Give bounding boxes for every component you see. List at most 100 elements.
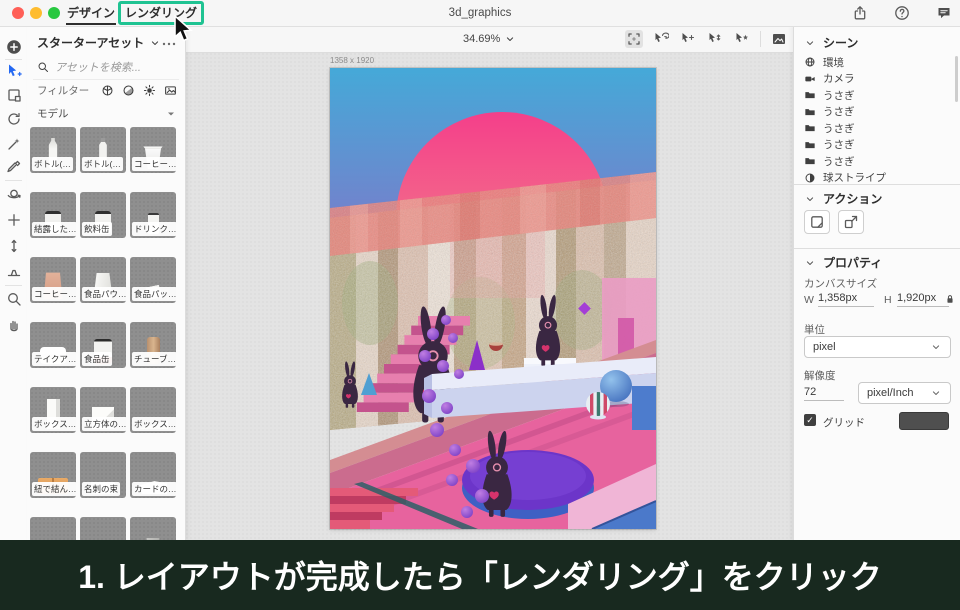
asset-thumbnail-can[interactable]: 飲料缶	[80, 192, 126, 238]
instruction-banner: 1. レイアウトが完成したら「レンダリング」をクリック	[0, 540, 960, 610]
select-region-tool[interactable]	[625, 30, 643, 48]
resolution-field[interactable]: 72	[804, 386, 844, 401]
lock-icon[interactable]	[944, 292, 956, 304]
render-preview-button[interactable]	[804, 210, 830, 234]
scene-item-usagi-4[interactable]: うさぎ	[804, 120, 954, 136]
properties-section-header[interactable]: プロパティ	[804, 254, 882, 271]
height-field[interactable]: 1,920px	[897, 292, 949, 307]
filter-image-icon[interactable]	[164, 84, 177, 97]
horizon-tool[interactable]	[5, 263, 23, 281]
asset-thumbnail-foodcan[interactable]: 食品缶	[80, 322, 126, 368]
asset-thumbnail-bottle2[interactable]: ボトル(…	[80, 127, 126, 173]
scene-item-item-0[interactable]: 環境	[804, 54, 954, 70]
asset-thumbnail-cube[interactable]: 立方体の…	[80, 387, 126, 433]
share-icon[interactable]	[852, 5, 868, 21]
dolly-tool[interactable]	[5, 237, 23, 255]
sampler-tool[interactable]	[5, 158, 23, 176]
filter-light-icon[interactable]	[143, 84, 156, 97]
grid-checkbox[interactable]: ✓	[804, 414, 816, 426]
asset-thumbnail-coffeebag[interactable]: コーヒー…	[30, 257, 76, 303]
filter-row: フィルター	[37, 83, 177, 98]
select-move-icon	[6, 63, 22, 79]
folder-icon	[804, 122, 816, 134]
chevron-down-icon	[804, 37, 816, 49]
grid-color-swatch[interactable]	[899, 412, 949, 430]
asset-label: 食品パッ…	[132, 287, 176, 301]
asset-thumbnail-cup[interactable]: コーヒー…	[130, 127, 176, 173]
asset-label: 名刺の束	[82, 482, 121, 496]
resolution-unit-dropdown[interactable]: pixel/Inch	[858, 382, 951, 404]
asset-label: ボックス…	[32, 417, 76, 431]
select-move-tool[interactable]	[5, 62, 23, 80]
add-tool[interactable]	[5, 38, 23, 56]
asset-label: ドリンク…	[132, 222, 176, 236]
scene-section-header[interactable]: シーン	[804, 34, 858, 51]
scene-item-usagi-2[interactable]: うさぎ	[804, 87, 954, 103]
canvas-area[interactable]: 1358 x 1920	[185, 52, 793, 540]
hand-tool[interactable]	[5, 315, 23, 333]
scene-scrollbar[interactable]	[955, 56, 958, 102]
asset-thumbnail-tube[interactable]: チューブ…	[130, 322, 176, 368]
divider	[794, 248, 960, 249]
asset-label: ボトル(…	[32, 157, 73, 171]
asset-thumbnail-wedge[interactable]: ボックス…	[130, 387, 176, 433]
assets-panel-header[interactable]: スターターアセット	[37, 34, 161, 51]
asset-label: 食品缶	[82, 352, 112, 366]
right-panel: シーン 環境 カメラ うさぎ うさぎ うさぎ うさぎ うさぎ 球ストライプ アクション プロパ…	[793, 26, 960, 540]
filter-material-icon[interactable]	[122, 84, 135, 97]
scene-item-item-1[interactable]: カメラ	[804, 71, 954, 87]
toolbar-divider	[5, 285, 22, 286]
share-3d-button[interactable]	[838, 210, 864, 234]
actions-section-header[interactable]: アクション	[804, 190, 882, 207]
asset-thumbnail-tiedbox[interactable]: 紐で結ん…	[30, 452, 76, 498]
width-field[interactable]: 1,358px	[818, 292, 874, 307]
help-icon[interactable]	[894, 5, 910, 21]
asset-label: カードの…	[132, 482, 176, 496]
asset-thumbnail-cards[interactable]: カードの…	[130, 452, 176, 498]
canvas-artwork[interactable]	[330, 68, 657, 530]
pan-cross-tool[interactable]	[5, 211, 23, 229]
pan-cross-icon	[6, 212, 22, 228]
asset-thumbnail-cardstack[interactable]: 名刺の束	[80, 452, 126, 498]
filter-model-icon[interactable]	[101, 84, 114, 97]
dolly-cursor-tool[interactable]	[706, 30, 724, 48]
model-section-header[interactable]: モデル	[37, 106, 177, 121]
magic-wand-tool[interactable]	[5, 135, 23, 153]
asset-thumbnail-can[interactable]: 結露した…	[30, 192, 76, 238]
select-region-icon	[626, 31, 642, 47]
asset-label: コーヒー…	[32, 287, 76, 301]
asset-label: 食品パウ…	[82, 287, 126, 301]
asset-thumbnail-packet[interactable]: 食品パッ…	[130, 257, 176, 303]
asset-search-input[interactable]: アセットを検索...	[37, 58, 175, 76]
scene-item-usagi-3[interactable]: うさぎ	[804, 104, 954, 120]
zoom-tool[interactable]	[5, 290, 23, 308]
match-image-tool[interactable]	[770, 30, 788, 48]
marquee-tool[interactable]	[5, 86, 23, 104]
scene-item-label: うさぎ	[823, 155, 855, 168]
feedback-icon[interactable]	[936, 5, 952, 21]
chevron-down-icon	[804, 193, 816, 205]
asset-thumbnail-bottle[interactable]: ボトル(…	[30, 127, 76, 173]
rotate-tool[interactable]	[5, 110, 23, 128]
asset-thumbnail-bin[interactable]	[130, 517, 176, 540]
unit-dropdown[interactable]: pixel	[804, 336, 951, 358]
asset-thumbnail-drinkbox[interactable]: ドリンク…	[130, 192, 176, 238]
orbit-tool[interactable]	[5, 185, 23, 203]
asset-thumbnail-paper[interactable]	[30, 517, 76, 540]
pan-cursor-tool[interactable]	[679, 30, 697, 48]
zoom-control[interactable]: 34.69%	[463, 26, 516, 52]
assets-panel-title: スターターアセット	[37, 36, 145, 50]
doc-action-icon	[809, 214, 825, 230]
scene-item-usagi-5[interactable]: うさぎ	[804, 137, 954, 153]
asset-thumbnail-mat[interactable]	[80, 517, 126, 540]
orbit-cursor-tool[interactable]	[652, 30, 670, 48]
asset-thumbnail-tallbox[interactable]: ボックス…	[30, 387, 76, 433]
asset-thumbnail-pouch[interactable]: 食品パウ…	[80, 257, 126, 303]
asset-label: 紐で結ん…	[32, 482, 76, 496]
app-window: デザイン レンダリング 3d_graphics スターターアセット アセットを検…	[0, 0, 960, 610]
scene-item-usagi-6[interactable]: うさぎ	[804, 153, 954, 169]
star-cursor-tool[interactable]	[733, 30, 751, 48]
dolly-icon	[6, 238, 22, 254]
left-toolbar	[0, 26, 28, 540]
asset-thumbnail-clamshell[interactable]: テイクア…	[30, 322, 76, 368]
